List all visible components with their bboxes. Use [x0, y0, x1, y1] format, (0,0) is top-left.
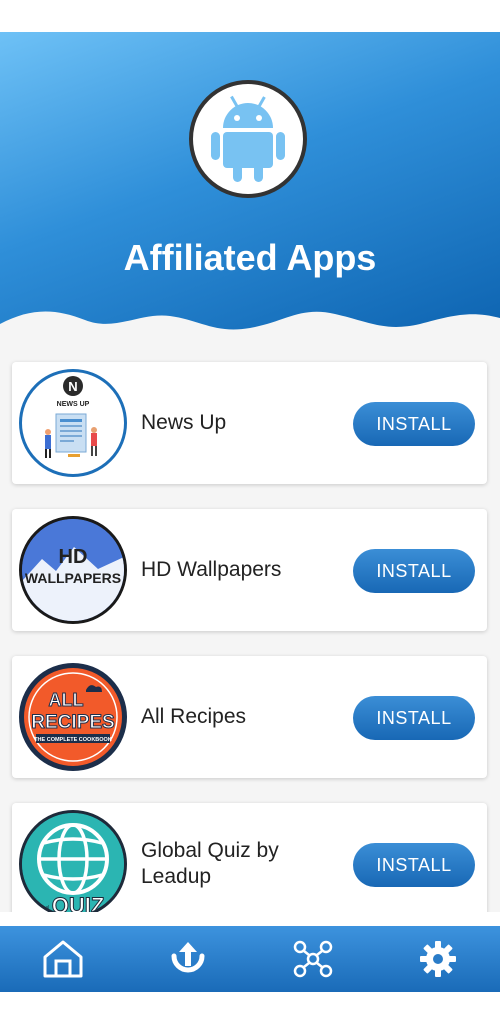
header-wave: [0, 311, 500, 337]
global-quiz-logo: QUIZ Global: [22, 813, 124, 912]
header: Affiliated Apps: [0, 32, 500, 337]
all-recipes-text-sub: THE COMPLETE COOKBOOK: [34, 737, 112, 743]
install-button[interactable]: INSTALL: [353, 549, 475, 593]
nav-home-button[interactable]: [33, 934, 93, 984]
app-list[interactable]: N NEWS UP News Up INSTALL HD WALLPAPERS …: [0, 337, 500, 912]
app-logo: [189, 80, 307, 198]
app-card-hd-wallpapers: HD WALLPAPERS HD Wallpapers INSTALL: [12, 509, 487, 631]
app-name: All Recipes: [141, 705, 247, 728]
nav-network-button[interactable]: [283, 934, 343, 984]
install-button[interactable]: INSTALL: [353, 402, 475, 446]
all-recipes-text-main: RECIPES: [31, 712, 114, 733]
android-icon: [211, 95, 285, 182]
global-quiz-small-text: Global: [35, 905, 49, 911]
news-up-logo-text: NEWS UP: [57, 401, 90, 408]
nav-upload-button[interactable]: [158, 934, 218, 984]
all-recipes-logo: ALL RECIPES THE COMPLETE COOKBOOK: [24, 668, 122, 766]
app-name: News Up: [141, 411, 227, 434]
app-name: Global Quiz by Leadup: [141, 839, 279, 888]
all-recipes-app-icon: ALL RECIPES THE COMPLETE COOKBOOK: [19, 663, 127, 771]
global-quiz-app-icon: QUIZ Global: [19, 810, 127, 912]
nav-settings-button[interactable]: [408, 934, 468, 984]
global-quiz-text: QUIZ: [52, 893, 105, 912]
upload-icon: [171, 942, 204, 973]
install-button[interactable]: INSTALL: [353, 696, 475, 740]
news-up-app-icon: N NEWS UP: [19, 369, 127, 477]
bottom-navigation: [0, 926, 500, 992]
app-name: HD Wallpapers: [141, 558, 282, 581]
network-icon: [293, 940, 332, 978]
app-card-all-recipes: ALL RECIPES THE COMPLETE COOKBOOK All Re…: [12, 656, 487, 778]
hd-wallpapers-text-top: HD: [59, 546, 88, 568]
page-title: Affiliated Apps: [123, 237, 377, 278]
app-card-news-up: N NEWS UP News Up INSTALL: [12, 362, 487, 484]
hd-wallpapers-logo: HD WALLPAPERS: [22, 519, 124, 621]
home-icon: [43, 940, 82, 978]
hd-wallpapers-app-icon: HD WALLPAPERS: [19, 516, 127, 624]
app-card-global-quiz: QUIZ Global Global Quiz by Leadup INSTAL…: [12, 803, 487, 912]
news-up-illustration: N NEWS UP: [45, 376, 97, 458]
all-recipes-text-top: ALL: [49, 690, 84, 710]
news-up-letter: N: [68, 379, 77, 394]
settings-icon: [419, 941, 456, 977]
install-button[interactable]: INSTALL: [353, 843, 475, 887]
hd-wallpapers-text-bottom: WALLPAPERS: [25, 570, 121, 586]
